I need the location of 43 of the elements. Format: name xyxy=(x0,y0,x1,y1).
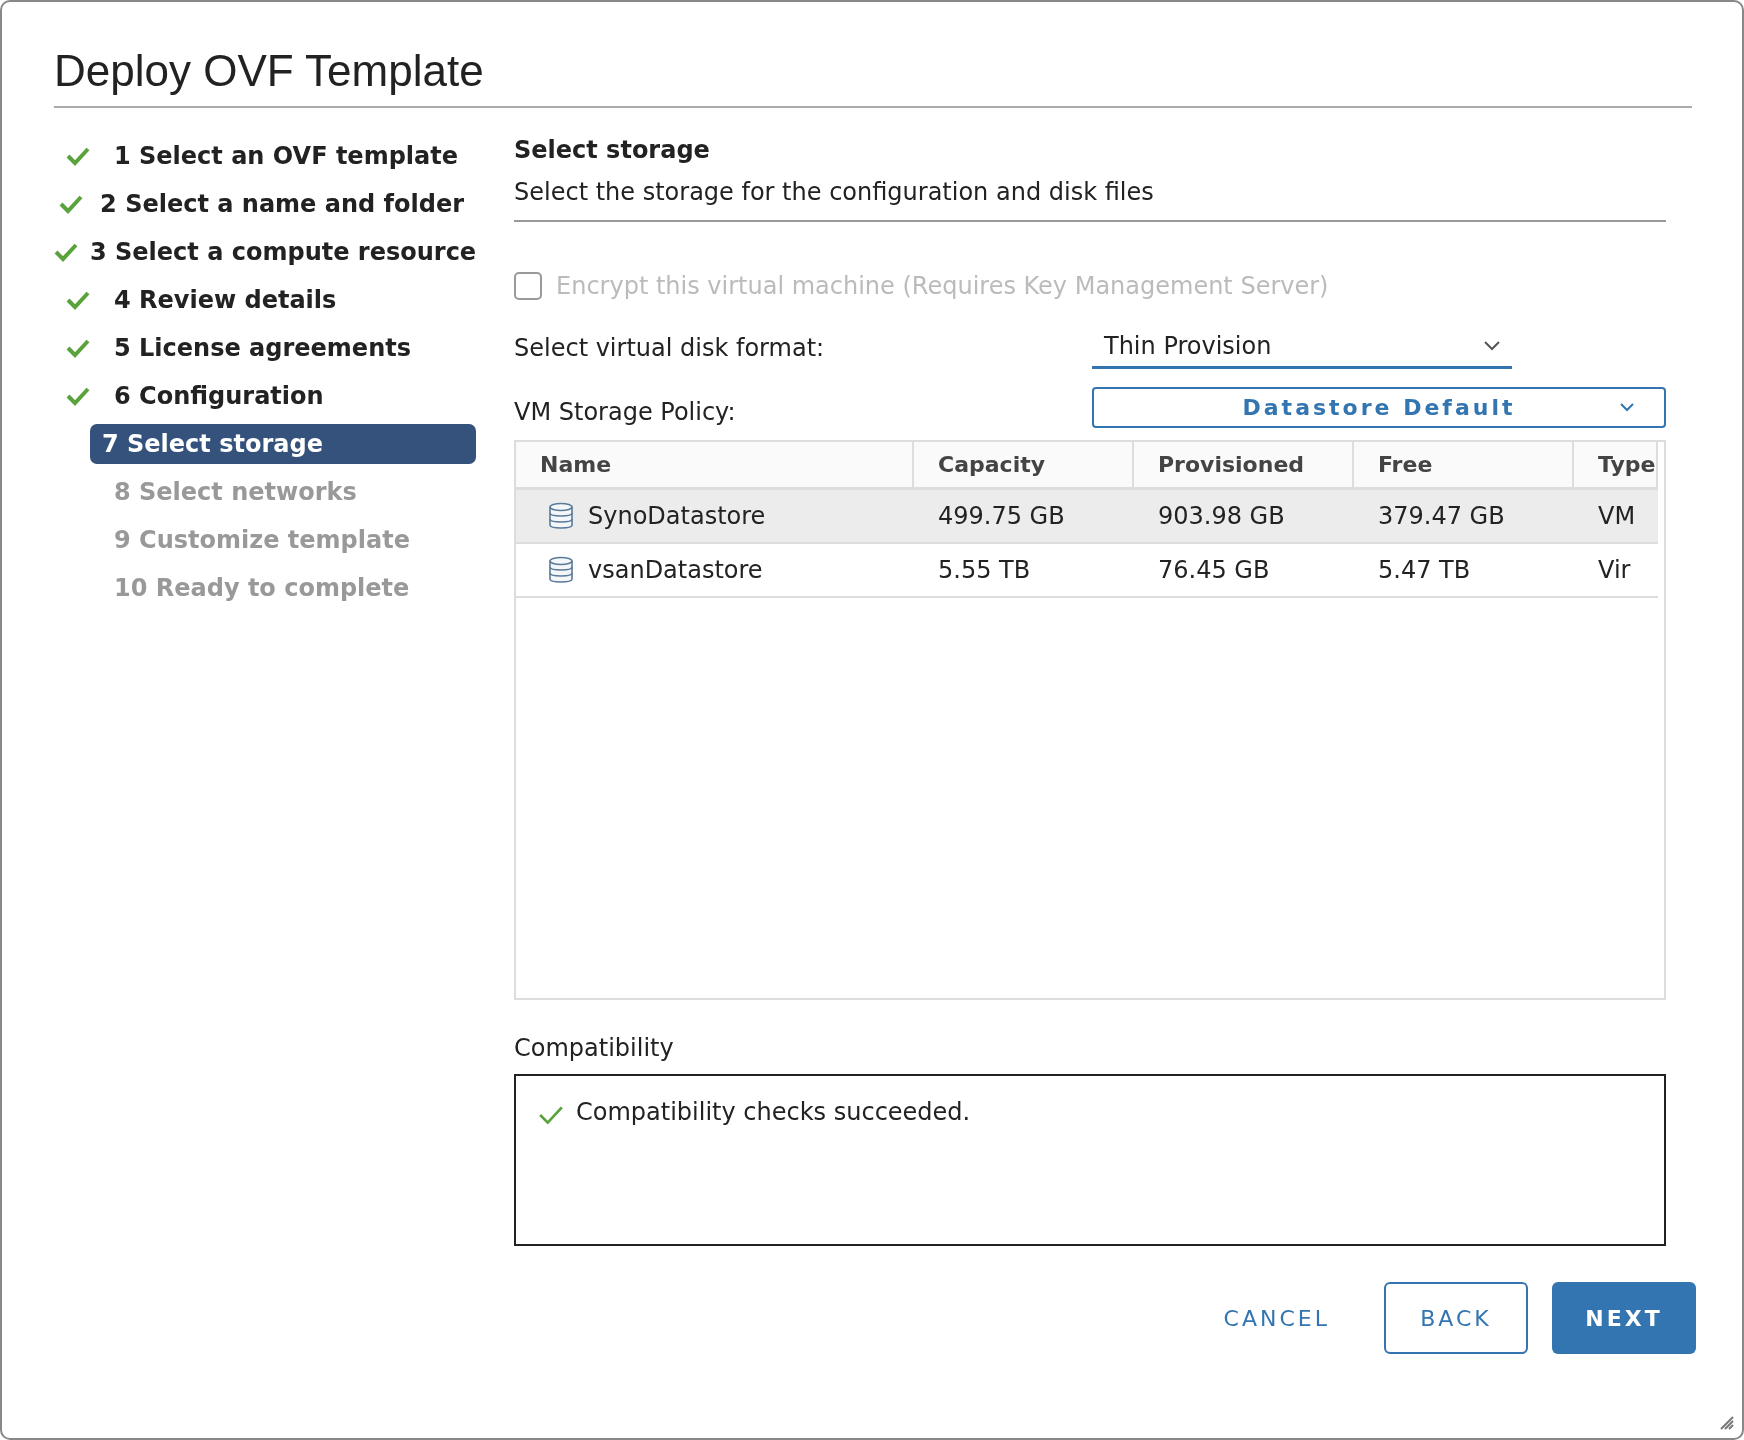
column-header[interactable]: Free xyxy=(1354,442,1574,490)
table-cell[interactable]: 5.47 TB xyxy=(1354,544,1574,598)
table-cell[interactable]: 76.45 GB xyxy=(1134,544,1354,598)
caret-icon xyxy=(1620,403,1634,412)
check-icon xyxy=(538,1104,564,1126)
encrypt-label: Encrypt this virtual machine (Requires Key Management Server) xyxy=(556,272,1329,300)
storage-policy-label: VM Storage Policy: xyxy=(514,397,737,426)
table-cell[interactable]: 5.55 TB xyxy=(914,544,1134,598)
column-header[interactable]: Capacity xyxy=(914,442,1134,490)
table-cell[interactable]: VM xyxy=(1574,490,1658,544)
database-icon xyxy=(548,502,574,530)
datastore-name: SynoDatastore xyxy=(588,502,766,530)
wizard-step[interactable]: 3 Select a compute resource xyxy=(78,232,489,272)
wizard-step[interactable]: 2 Select a name and folder xyxy=(88,184,476,224)
disk-format-dropdown[interactable]: Thin Provision xyxy=(1092,326,1512,369)
dialog-button[interactable]: CANCEL xyxy=(1193,1282,1360,1354)
table-cell[interactable]: 379.47 GB xyxy=(1354,490,1574,544)
table-cell[interactable]: 903.98 GB xyxy=(1134,490,1354,544)
dialog-button[interactable]: BACK xyxy=(1384,1282,1528,1354)
table-cell[interactable]: SynoDatastore xyxy=(516,490,914,544)
wizard-step[interactable]: 1 Select an OVF template xyxy=(102,136,470,176)
wizard-step[interactable]: 5 License agreements xyxy=(102,328,423,368)
column-header[interactable]: Type xyxy=(1574,442,1658,490)
column-header[interactable]: Name xyxy=(516,442,914,490)
caret-icon xyxy=(1484,341,1500,351)
wizard-step[interactable]: 6 Configuration xyxy=(102,376,336,416)
datastore-name: vsanDatastore xyxy=(588,556,763,584)
wizard-step[interactable]: 4 Review details xyxy=(102,280,349,320)
disk-format-label: Select virtual disk format: xyxy=(514,333,826,362)
page-heading: Select storage xyxy=(514,136,711,164)
compatibility-message: Compatibility checks succeeded. xyxy=(576,1098,971,1126)
window-title: Deploy OVF Template xyxy=(54,46,1692,108)
column-header[interactable]: Provisioned xyxy=(1134,442,1354,490)
compatibility-label: Compatibility xyxy=(514,1034,675,1062)
resize-grip-icon[interactable] xyxy=(1720,1416,1734,1430)
wizard-step[interactable]: 7 Select storage xyxy=(90,424,476,464)
table-cell[interactable]: Vir xyxy=(1574,544,1658,598)
table-cell[interactable]: 499.75 GB xyxy=(914,490,1134,544)
storage-policy-dropdown[interactable]: Datastore Default xyxy=(1092,387,1666,428)
page-subtitle: Select the storage for the configuration and disk files xyxy=(514,178,1666,222)
dialog-button[interactable]: NEXT xyxy=(1552,1282,1696,1354)
database-icon xyxy=(548,556,574,584)
table-cell[interactable]: vsanDatastore xyxy=(516,544,914,598)
